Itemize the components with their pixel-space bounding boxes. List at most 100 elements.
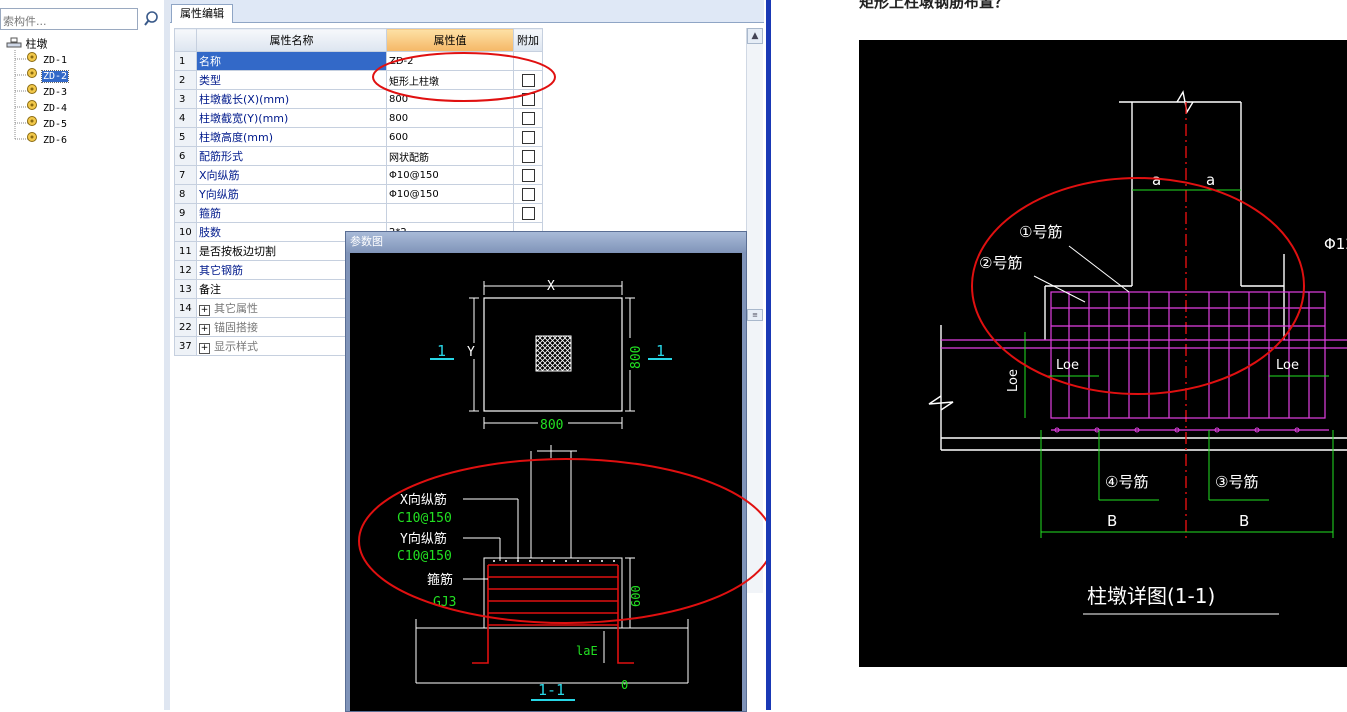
section-mark-left: 1 [437, 342, 446, 360]
property-row[interactable]: 8 Y向纵筋 Φ10@150 [174, 184, 543, 204]
search-icon[interactable] [140, 8, 162, 30]
tree-item-label: ZD-2 [40, 69, 70, 83]
property-name: 箍筋 [199, 207, 221, 220]
row-index: 7 [174, 165, 197, 185]
pier-component-icon [26, 115, 38, 132]
property-name-cell[interactable]: 柱墩截长(X)(mm) [196, 89, 387, 109]
property-name: X向纵筋 [199, 169, 240, 182]
detail-dim-a-right: a [1206, 171, 1215, 189]
property-extra-cell[interactable] [513, 203, 543, 223]
property-name-cell[interactable]: 类型 [196, 70, 387, 90]
tree-root-label: 柱墩 [25, 37, 48, 51]
pier-detail-svg: a a ①号筋 ②号筋 Φ12 Loe Loe Loe ④号筋 ③号筋 B B … [928, 90, 1347, 615]
tree-item-zd[interactable]: ZD-3 [26, 83, 68, 99]
tree-item-zd[interactable]: ZD-6 [26, 131, 68, 147]
property-name-cell[interactable]: 名称 [196, 51, 387, 71]
property-extra-cell[interactable] [513, 146, 543, 166]
extra-checkbox[interactable] [521, 111, 535, 125]
property-value-cell[interactable]: 网状配筋 [386, 146, 514, 166]
expand-icon[interactable]: + [199, 305, 210, 316]
plan-dim-y-value: 800 [629, 346, 644, 369]
row-index: 3 [174, 89, 197, 109]
detail-dim-b-right: B [1239, 512, 1249, 530]
detail-leader-2 [1033, 275, 1086, 303]
tree-item-zd[interactable]: ZD-1 [26, 51, 68, 67]
property-name: Y向纵筋 [199, 188, 239, 201]
property-name: 柱墩截长(X)(mm) [199, 93, 290, 106]
property-value-cell[interactable]: Φ10@150 [386, 165, 514, 185]
property-value-cell[interactable] [386, 203, 514, 223]
tab-property-edit[interactable]: 属性编辑 [171, 4, 233, 23]
row-index: 2 [174, 70, 197, 90]
row-index: 8 [174, 184, 197, 204]
extra-checkbox[interactable] [521, 149, 535, 163]
detail-leader-1 [1068, 245, 1130, 293]
property-value: 800 [389, 112, 409, 124]
property-name: 锚固搭接 [214, 321, 258, 334]
detail-loe-right: Loe [1276, 358, 1299, 373]
tree-item-zd[interactable]: ZD-4 [26, 99, 68, 115]
expand-icon[interactable]: + [199, 324, 210, 335]
property-name: 柱墩截宽(Y)(mm) [199, 112, 289, 125]
property-name: 名称 [199, 55, 221, 68]
document-heading: 矩形上柱墩钢筋布置？ [859, 0, 1010, 11]
property-extra-cell[interactable] [513, 184, 543, 204]
component-search-input[interactable]: 索构件... [0, 8, 138, 30]
header-extra[interactable]: 附加 [513, 28, 543, 52]
property-row[interactable]: 7 X向纵筋 Φ10@150 [174, 165, 543, 185]
section-title: 1-1 [538, 681, 565, 699]
row-index: 9 [174, 203, 197, 223]
header-property-name[interactable]: 属性名称 [196, 28, 387, 52]
tree-item-zd[interactable]: ZD-2 [26, 67, 70, 84]
property-name-cell[interactable]: 柱墩截宽(Y)(mm) [196, 108, 387, 128]
property-extra-cell[interactable] [513, 165, 543, 185]
detail-dim-a-left: a [1152, 171, 1161, 189]
extra-checkbox[interactable] [521, 168, 535, 182]
property-row[interactable]: 9 箍筋 [174, 203, 543, 223]
row-index: 5 [174, 127, 197, 147]
pier-component-icon [26, 99, 38, 116]
property-value: Φ10@150 [389, 169, 439, 181]
property-name: 其它钢筋 [199, 264, 243, 277]
property-name-cell[interactable]: 柱墩高度(mm) [196, 127, 387, 147]
property-name: 其它属性 [214, 302, 258, 315]
property-name: 类型 [199, 74, 221, 87]
detail-loe-vertical: Loe [1006, 369, 1021, 392]
document-pane: 矩形上柱墩钢筋布置？ a a ①号筋 ②号筋 Φ1 Loe Loe Loe ④号… [771, 0, 1347, 710]
tree-item-label: ZD-1 [43, 54, 68, 66]
scroll-grip-icon[interactable]: ≡ [747, 309, 763, 321]
property-row[interactable]: 6 配筋形式 网状配筋 [174, 146, 543, 166]
property-name-cell[interactable]: X向纵筋 [196, 165, 387, 185]
figure-window-title[interactable]: 参数图 [346, 232, 746, 252]
header-property-value[interactable]: 属性值 [386, 28, 514, 52]
detail-phi-label: Φ12 [1324, 235, 1347, 253]
extra-checkbox[interactable] [521, 206, 535, 220]
scroll-up-icon[interactable]: ▲ [747, 28, 763, 44]
expand-icon[interactable]: + [199, 343, 210, 354]
detail-caption: 柱墩详图(1-1) [1087, 584, 1215, 608]
property-row[interactable]: 5 柱墩高度(mm) 600 [174, 127, 543, 147]
row-index: 6 [174, 146, 197, 166]
pier-component-icon [26, 51, 38, 68]
detail-bar4-label: ④号筋 [1105, 473, 1148, 491]
extra-checkbox[interactable] [521, 187, 535, 201]
plan-column-hatch [535, 335, 572, 372]
property-name-cell[interactable]: 箍筋 [196, 203, 387, 223]
tree-item-label: ZD-5 [43, 118, 68, 130]
extra-checkbox[interactable] [521, 130, 535, 144]
property-name: 肢数 [199, 226, 221, 239]
zero-label: 0 [621, 678, 628, 692]
property-extra-cell[interactable] [513, 127, 543, 147]
tree-item-label: ZD-3 [43, 86, 68, 98]
property-value-cell[interactable]: Φ10@150 [386, 184, 514, 204]
tree-item-zd[interactable]: ZD-5 [26, 115, 68, 131]
property-value-cell[interactable]: 600 [386, 127, 514, 147]
detail-loe-left: Loe [1056, 358, 1079, 373]
tree-item-label: ZD-6 [43, 134, 68, 146]
pier-component-icon [26, 67, 38, 84]
row-index: 12 [174, 260, 197, 280]
tab-strip: 属性编辑 [170, 0, 764, 23]
property-name-cell[interactable]: 配筋形式 [196, 146, 387, 166]
pier-detail-drawing: a a ①号筋 ②号筋 Φ12 Loe Loe Loe ④号筋 ③号筋 B B … [859, 40, 1347, 667]
property-name-cell[interactable]: Y向纵筋 [196, 184, 387, 204]
